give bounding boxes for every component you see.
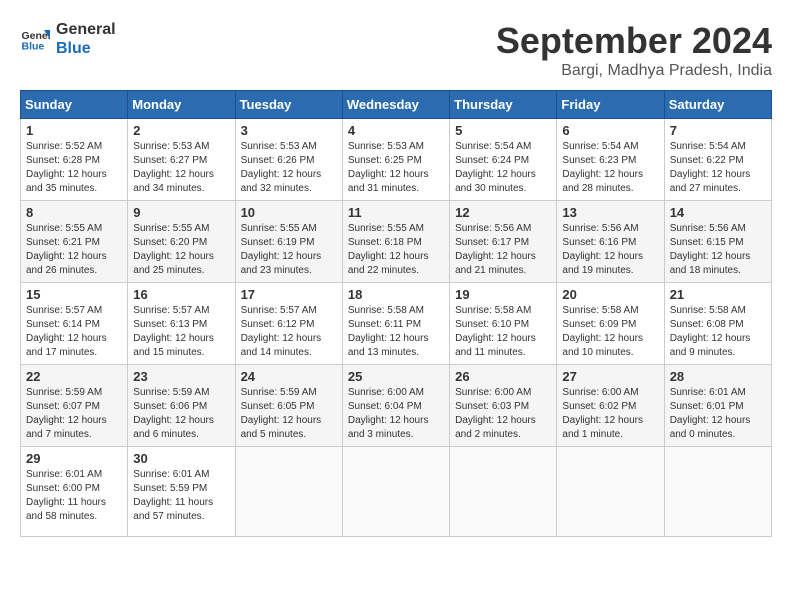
calendar-cell: 6Sunrise: 5:54 AMSunset: 6:23 PMDaylight… [557, 119, 664, 201]
calendar-cell: 2Sunrise: 5:53 AMSunset: 6:27 PMDaylight… [128, 119, 235, 201]
calendar-cell: 20Sunrise: 5:58 AMSunset: 6:09 PMDayligh… [557, 283, 664, 365]
calendar-cell: 29Sunrise: 6:01 AMSunset: 6:00 PMDayligh… [21, 447, 128, 537]
calendar-cell: 7Sunrise: 5:54 AMSunset: 6:22 PMDaylight… [664, 119, 771, 201]
calendar-cell: 19Sunrise: 5:58 AMSunset: 6:10 PMDayligh… [450, 283, 557, 365]
calendar-cell: 24Sunrise: 5:59 AMSunset: 6:05 PMDayligh… [235, 365, 342, 447]
calendar-cell: 18Sunrise: 5:58 AMSunset: 6:11 PMDayligh… [342, 283, 449, 365]
calendar-cell: 3Sunrise: 5:53 AMSunset: 6:26 PMDaylight… [235, 119, 342, 201]
calendar-cell [342, 447, 449, 537]
day-header-sunday: Sunday [21, 91, 128, 119]
calendar-cell: 1Sunrise: 5:52 AMSunset: 6:28 PMDaylight… [21, 119, 128, 201]
calendar-week-1: 1Sunrise: 5:52 AMSunset: 6:28 PMDaylight… [21, 119, 772, 201]
calendar-week-2: 8Sunrise: 5:55 AMSunset: 6:21 PMDaylight… [21, 201, 772, 283]
calendar-week-5: 29Sunrise: 6:01 AMSunset: 6:00 PMDayligh… [21, 447, 772, 537]
calendar-cell: 28Sunrise: 6:01 AMSunset: 6:01 PMDayligh… [664, 365, 771, 447]
calendar-cell: 17Sunrise: 5:57 AMSunset: 6:12 PMDayligh… [235, 283, 342, 365]
calendar-cell: 22Sunrise: 5:59 AMSunset: 6:07 PMDayligh… [21, 365, 128, 447]
page-header: General Blue General Blue September 2024… [20, 20, 772, 80]
logo-general: General [56, 20, 116, 39]
days-header-row: SundayMondayTuesdayWednesdayThursdayFrid… [21, 91, 772, 119]
title-section: September 2024 Bargi, Madhya Pradesh, In… [496, 20, 772, 80]
day-header-thursday: Thursday [450, 91, 557, 119]
svg-text:Blue: Blue [22, 41, 45, 53]
calendar-cell: 23Sunrise: 5:59 AMSunset: 6:06 PMDayligh… [128, 365, 235, 447]
logo-blue: Blue [56, 39, 116, 58]
calendar-cell: 16Sunrise: 5:57 AMSunset: 6:13 PMDayligh… [128, 283, 235, 365]
calendar-cell: 25Sunrise: 6:00 AMSunset: 6:04 PMDayligh… [342, 365, 449, 447]
day-header-saturday: Saturday [664, 91, 771, 119]
location: Bargi, Madhya Pradesh, India [496, 62, 772, 80]
calendar-cell: 8Sunrise: 5:55 AMSunset: 6:21 PMDaylight… [21, 201, 128, 283]
calendar-cell: 21Sunrise: 5:58 AMSunset: 6:08 PMDayligh… [664, 283, 771, 365]
calendar-cell: 13Sunrise: 5:56 AMSunset: 6:16 PMDayligh… [557, 201, 664, 283]
calendar-cell: 10Sunrise: 5:55 AMSunset: 6:19 PMDayligh… [235, 201, 342, 283]
calendar-cell: 30Sunrise: 6:01 AMSunset: 5:59 PMDayligh… [128, 447, 235, 537]
calendar-cell [664, 447, 771, 537]
calendar-table: SundayMondayTuesdayWednesdayThursdayFrid… [20, 90, 772, 537]
calendar-cell [450, 447, 557, 537]
logo-icon: General Blue [20, 24, 50, 54]
calendar-cell [557, 447, 664, 537]
calendar-cell: 4Sunrise: 5:53 AMSunset: 6:25 PMDaylight… [342, 119, 449, 201]
logo: General Blue General Blue [20, 20, 116, 58]
calendar-week-4: 22Sunrise: 5:59 AMSunset: 6:07 PMDayligh… [21, 365, 772, 447]
day-header-friday: Friday [557, 91, 664, 119]
day-header-wednesday: Wednesday [342, 91, 449, 119]
day-header-monday: Monday [128, 91, 235, 119]
calendar-cell: 5Sunrise: 5:54 AMSunset: 6:24 PMDaylight… [450, 119, 557, 201]
calendar-cell: 15Sunrise: 5:57 AMSunset: 6:14 PMDayligh… [21, 283, 128, 365]
calendar-cell: 27Sunrise: 6:00 AMSunset: 6:02 PMDayligh… [557, 365, 664, 447]
calendar-cell: 12Sunrise: 5:56 AMSunset: 6:17 PMDayligh… [450, 201, 557, 283]
month-title: September 2024 [496, 20, 772, 62]
calendar-cell [235, 447, 342, 537]
day-header-tuesday: Tuesday [235, 91, 342, 119]
calendar-cell: 9Sunrise: 5:55 AMSunset: 6:20 PMDaylight… [128, 201, 235, 283]
calendar-cell: 14Sunrise: 5:56 AMSunset: 6:15 PMDayligh… [664, 201, 771, 283]
calendar-cell: 11Sunrise: 5:55 AMSunset: 6:18 PMDayligh… [342, 201, 449, 283]
calendar-week-3: 15Sunrise: 5:57 AMSunset: 6:14 PMDayligh… [21, 283, 772, 365]
calendar-cell: 26Sunrise: 6:00 AMSunset: 6:03 PMDayligh… [450, 365, 557, 447]
